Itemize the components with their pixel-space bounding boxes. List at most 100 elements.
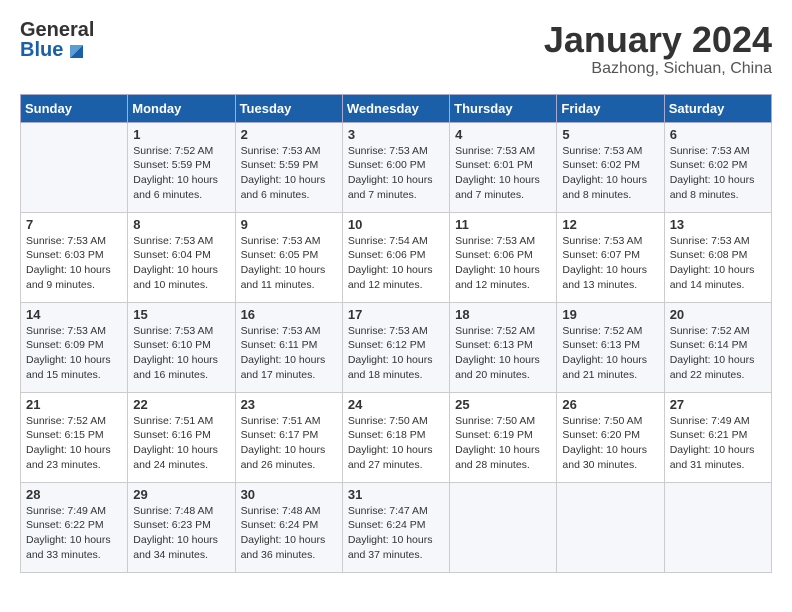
calendar-cell: 11Sunrise: 7:53 AM Sunset: 6:06 PM Dayli… xyxy=(450,212,557,302)
day-number: 15 xyxy=(133,307,229,322)
calendar-cell: 2Sunrise: 7:53 AM Sunset: 5:59 PM Daylig… xyxy=(235,122,342,212)
calendar-cell: 24 Sunrise: 7:50 AM Sunset: 6:18 PM Dayli… xyxy=(342,392,449,482)
header-cell-monday: Monday xyxy=(128,94,235,122)
calendar-cell: 7Sunrise: 7:53 AM Sunset: 6:03 PM Daylig… xyxy=(21,212,128,302)
calendar-cell: 16 Sunrise: 7:53 AM Sunset: 6:11 PM Dayli… xyxy=(235,302,342,392)
month-title: January 2024 xyxy=(544,20,772,60)
day-number: 30 xyxy=(241,487,337,502)
calendar-cell: 19Sunrise: 7:52 AM Sunset: 6:13 PM Dayli… xyxy=(557,302,664,392)
calendar-cell: 3 Sunrise: 7:53 AM Sunset: 6:00 PM Daylig… xyxy=(342,122,449,212)
day-info: Sunrise: 7:53 AM Sunset: 6:02 PM Dayligh… xyxy=(670,144,766,203)
day-info: Sunrise: 7:53 AM Sunset: 5:59 PM Dayligh… xyxy=(241,144,337,203)
week-row-4: 21Sunrise: 7:52 AM Sunset: 6:15 PM Dayli… xyxy=(21,392,772,482)
day-info: Sunrise: 7:53 AM Sunset: 6:00 PM Dayligh… xyxy=(348,144,444,203)
day-info: Sunrise: 7:53 AM Sunset: 6:04 PM Dayligh… xyxy=(133,234,229,293)
day-number: 1 xyxy=(133,127,229,142)
header-row: SundayMondayTuesdayWednesdayThursdayFrid… xyxy=(21,94,772,122)
day-info: Sunrise: 7:52 AM Sunset: 6:13 PM Dayligh… xyxy=(455,324,551,383)
day-info: Sunrise: 7:52 AM Sunset: 5:59 PM Dayligh… xyxy=(133,144,229,203)
calendar-cell: 17Sunrise: 7:53 AM Sunset: 6:12 PM Dayli… xyxy=(342,302,449,392)
day-number: 18 xyxy=(455,307,551,322)
calendar-cell xyxy=(664,482,771,572)
calendar-cell xyxy=(450,482,557,572)
day-info: Sunrise: 7:48 AM Sunset: 6:24 PM Dayligh… xyxy=(241,504,337,563)
header-cell-thursday: Thursday xyxy=(450,94,557,122)
day-info: Sunrise: 7:53 AM Sunset: 6:01 PM Dayligh… xyxy=(455,144,551,203)
calendar-table: SundayMondayTuesdayWednesdayThursdayFrid… xyxy=(20,94,772,573)
day-number: 7 xyxy=(26,217,122,232)
calendar-cell: 5 Sunrise: 7:53 AM Sunset: 6:02 PM Daylig… xyxy=(557,122,664,212)
day-info: Sunrise: 7:50 AM Sunset: 6:19 PM Dayligh… xyxy=(455,414,551,473)
day-info: Sunrise: 7:53 AM Sunset: 6:07 PM Dayligh… xyxy=(562,234,658,293)
logo-text-blue: Blue xyxy=(20,40,63,60)
location: Bazhong, Sichuan, China xyxy=(544,60,772,78)
calendar-cell: 15 Sunrise: 7:53 AM Sunset: 6:10 PM Dayli… xyxy=(128,302,235,392)
calendar-cell: 29Sunrise: 7:48 AM Sunset: 6:23 PM Dayli… xyxy=(128,482,235,572)
header-cell-wednesday: Wednesday xyxy=(342,94,449,122)
calendar-header: SundayMondayTuesdayWednesdayThursdayFrid… xyxy=(21,94,772,122)
week-row-3: 14 Sunrise: 7:53 AM Sunset: 6:09 PM Dayli… xyxy=(21,302,772,392)
day-info: Sunrise: 7:50 AM Sunset: 6:18 PM Dayligh… xyxy=(348,414,444,473)
day-info: Sunrise: 7:51 AM Sunset: 6:17 PM Dayligh… xyxy=(241,414,337,473)
header-cell-sunday: Sunday xyxy=(21,94,128,122)
day-number: 13 xyxy=(670,217,766,232)
day-number: 3 xyxy=(348,127,444,142)
calendar-cell: 12Sunrise: 7:53 AM Sunset: 6:07 PM Dayli… xyxy=(557,212,664,302)
calendar-cell: 1 Sunrise: 7:52 AM Sunset: 5:59 PM Daylig… xyxy=(128,122,235,212)
calendar-cell: 30 Sunrise: 7:48 AM Sunset: 6:24 PM Dayli… xyxy=(235,482,342,572)
calendar-cell: 13Sunrise: 7:53 AM Sunset: 6:08 PM Dayli… xyxy=(664,212,771,302)
calendar-cell: 28 Sunrise: 7:49 AM Sunset: 6:22 PM Dayli… xyxy=(21,482,128,572)
calendar-cell: 18 Sunrise: 7:52 AM Sunset: 6:13 PM Dayli… xyxy=(450,302,557,392)
day-number: 10 xyxy=(348,217,444,232)
day-info: Sunrise: 7:53 AM Sunset: 6:09 PM Dayligh… xyxy=(26,324,122,383)
day-number: 28 xyxy=(26,487,122,502)
day-info: Sunrise: 7:54 AM Sunset: 6:06 PM Dayligh… xyxy=(348,234,444,293)
day-number: 27 xyxy=(670,397,766,412)
header-cell-saturday: Saturday xyxy=(664,94,771,122)
calendar-cell xyxy=(557,482,664,572)
week-row-1: 1 Sunrise: 7:52 AM Sunset: 5:59 PM Daylig… xyxy=(21,122,772,212)
calendar-body: 1 Sunrise: 7:52 AM Sunset: 5:59 PM Daylig… xyxy=(21,122,772,572)
day-number: 11 xyxy=(455,217,551,232)
calendar-cell: 14 Sunrise: 7:53 AM Sunset: 6:09 PM Dayli… xyxy=(21,302,128,392)
page-header: General Blue January 2024 Bazhong, Sichu… xyxy=(20,20,772,78)
calendar-cell: 9Sunrise: 7:53 AM Sunset: 6:05 PM Daylig… xyxy=(235,212,342,302)
calendar-cell: 27Sunrise: 7:49 AM Sunset: 6:21 PM Dayli… xyxy=(664,392,771,482)
day-number: 21 xyxy=(26,397,122,412)
calendar-cell: 25Sunrise: 7:50 AM Sunset: 6:19 PM Dayli… xyxy=(450,392,557,482)
day-info: Sunrise: 7:53 AM Sunset: 6:12 PM Dayligh… xyxy=(348,324,444,383)
day-number: 8 xyxy=(133,217,229,232)
day-info: Sunrise: 7:52 AM Sunset: 6:14 PM Dayligh… xyxy=(670,324,766,383)
day-number: 6 xyxy=(670,127,766,142)
calendar-cell: 26Sunrise: 7:50 AM Sunset: 6:20 PM Dayli… xyxy=(557,392,664,482)
calendar-cell: 22 Sunrise: 7:51 AM Sunset: 6:16 PM Dayli… xyxy=(128,392,235,482)
day-number: 16 xyxy=(241,307,337,322)
calendar-cell: 4 Sunrise: 7:53 AM Sunset: 6:01 PM Daylig… xyxy=(450,122,557,212)
day-number: 14 xyxy=(26,307,122,322)
day-info: Sunrise: 7:53 AM Sunset: 6:10 PM Dayligh… xyxy=(133,324,229,383)
day-number: 31 xyxy=(348,487,444,502)
calendar-cell: 21Sunrise: 7:52 AM Sunset: 6:15 PM Dayli… xyxy=(21,392,128,482)
header-cell-tuesday: Tuesday xyxy=(235,94,342,122)
day-number: 22 xyxy=(133,397,229,412)
day-info: Sunrise: 7:53 AM Sunset: 6:02 PM Dayligh… xyxy=(562,144,658,203)
calendar-cell: 23 Sunrise: 7:51 AM Sunset: 6:17 PM Dayli… xyxy=(235,392,342,482)
day-number: 19 xyxy=(562,307,658,322)
calendar-cell: 10 Sunrise: 7:54 AM Sunset: 6:06 PM Dayli… xyxy=(342,212,449,302)
day-info: Sunrise: 7:49 AM Sunset: 6:22 PM Dayligh… xyxy=(26,504,122,563)
day-number: 24 xyxy=(348,397,444,412)
day-info: Sunrise: 7:53 AM Sunset: 6:11 PM Dayligh… xyxy=(241,324,337,383)
calendar-cell xyxy=(21,122,128,212)
logo: General Blue xyxy=(20,20,94,60)
day-number: 23 xyxy=(241,397,337,412)
day-number: 5 xyxy=(562,127,658,142)
week-row-5: 28 Sunrise: 7:49 AM Sunset: 6:22 PM Dayli… xyxy=(21,482,772,572)
day-info: Sunrise: 7:51 AM Sunset: 6:16 PM Dayligh… xyxy=(133,414,229,473)
day-info: Sunrise: 7:47 AM Sunset: 6:24 PM Dayligh… xyxy=(348,504,444,563)
day-number: 4 xyxy=(455,127,551,142)
header-cell-friday: Friday xyxy=(557,94,664,122)
week-row-2: 7Sunrise: 7:53 AM Sunset: 6:03 PM Daylig… xyxy=(21,212,772,302)
day-number: 9 xyxy=(241,217,337,232)
calendar-cell: 6 Sunrise: 7:53 AM Sunset: 6:02 PM Daylig… xyxy=(664,122,771,212)
day-number: 29 xyxy=(133,487,229,502)
